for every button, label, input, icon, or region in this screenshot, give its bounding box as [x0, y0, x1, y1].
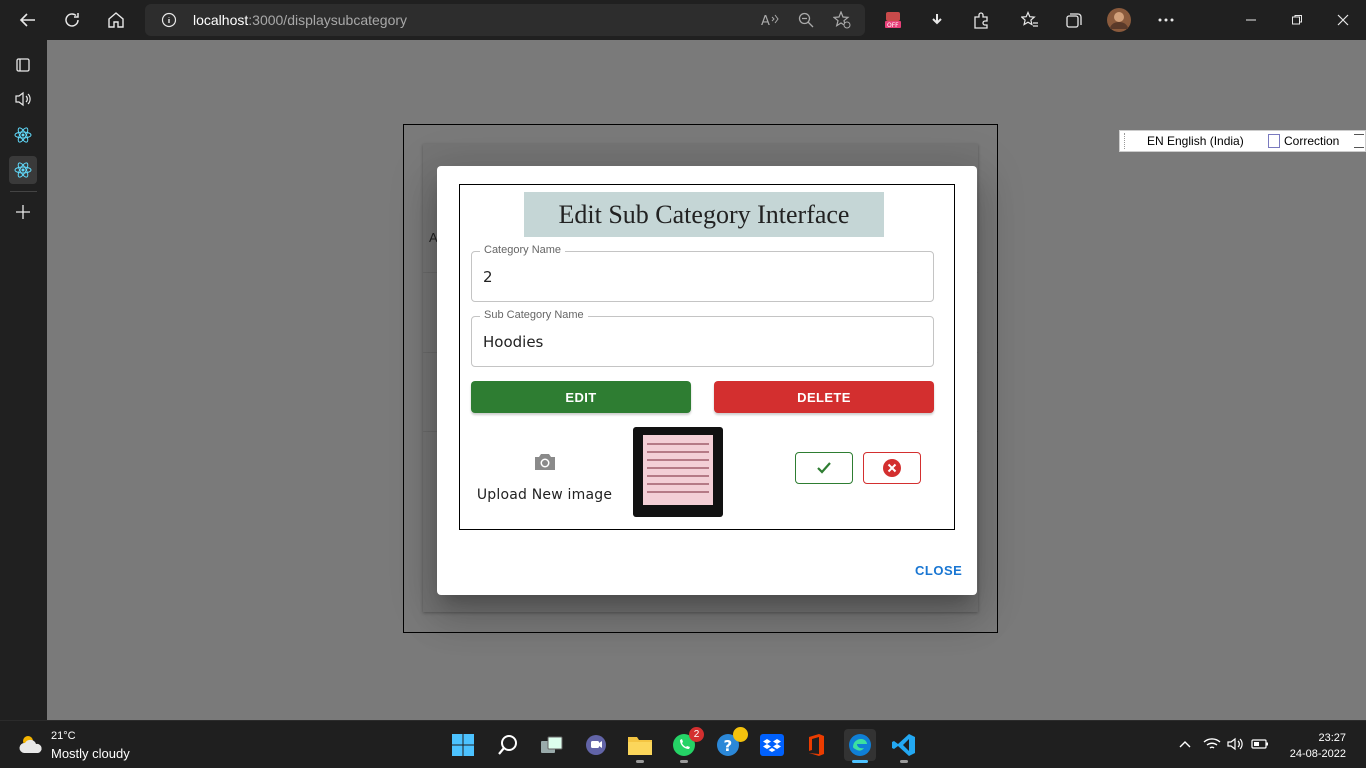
running-indicator	[852, 760, 868, 763]
home-icon[interactable]	[102, 6, 130, 34]
svg-text:OFF: OFF	[887, 22, 899, 29]
running-indicator	[680, 760, 688, 763]
subcategory-name-label: Sub Category Name	[480, 309, 588, 321]
react-tab-icon[interactable]	[9, 121, 37, 149]
system-clock[interactable]: 23:27 24-08-2022	[1280, 730, 1346, 762]
refresh-icon[interactable]	[58, 6, 86, 34]
info-icon[interactable]	[159, 10, 179, 30]
preview-row	[647, 491, 709, 493]
speaker-icon[interactable]	[9, 85, 37, 113]
weather-temp[interactable]: 21°C	[51, 730, 76, 742]
file-explorer-icon[interactable]	[624, 729, 656, 763]
collections-icon[interactable]	[1060, 6, 1088, 34]
upload-image-button[interactable]: Upload New image	[472, 447, 617, 507]
svg-text:?: ?	[724, 737, 733, 755]
whatsapp-badge: 2	[689, 727, 704, 742]
running-indicator	[636, 760, 644, 763]
image-preview	[633, 427, 723, 517]
wifi-icon[interactable]	[1202, 734, 1222, 754]
sidebar-divider	[10, 191, 37, 192]
confirm-button[interactable]	[795, 452, 853, 484]
dropbox-icon[interactable]	[756, 729, 788, 761]
clock-date: 24-08-2022	[1289, 748, 1346, 760]
language-indicator[interactable]: EN English (India)	[1147, 134, 1244, 148]
teams-chat-icon[interactable]	[580, 729, 612, 761]
help-icon[interactable]: ?	[712, 727, 748, 761]
svg-text:A: A	[761, 14, 770, 28]
weather-condition[interactable]: Mostly cloudy	[51, 746, 130, 761]
dialog-title: Edit Sub Category Interface	[524, 192, 884, 237]
category-name-value[interactable]: 2	[483, 268, 923, 286]
clock-time: 23:27	[1318, 732, 1346, 744]
whatsapp-icon[interactable]: 2	[668, 727, 704, 763]
browser-toolbar: localhost:3000/displaysubcategory A OFF	[0, 0, 1366, 40]
preview-row	[647, 451, 709, 453]
url-host: localhost	[193, 12, 249, 28]
cloudy-icon[interactable]	[18, 733, 44, 755]
preview-row	[647, 467, 709, 469]
upload-label: Upload New image	[476, 487, 613, 503]
check-icon	[817, 462, 831, 474]
preview-sheet	[643, 435, 713, 505]
preview-row	[647, 483, 709, 485]
running-indicator	[900, 760, 908, 763]
camera-icon	[533, 451, 557, 473]
expand-icon[interactable]	[1354, 134, 1364, 148]
cancel-button[interactable]	[863, 452, 921, 484]
language-bar: EN English (India) Correction	[1119, 130, 1366, 152]
minimize-icon[interactable]	[1237, 6, 1265, 34]
edit-dialog: Edit Sub Category Interface Category Nam…	[437, 166, 977, 595]
zoom-out-icon[interactable]	[795, 9, 817, 31]
react-tab-active-icon[interactable]	[9, 156, 37, 184]
correction-icon	[1268, 134, 1280, 148]
preview-row	[647, 459, 709, 461]
vscode-icon[interactable]	[888, 729, 920, 763]
more-icon[interactable]	[1152, 6, 1180, 34]
profile-avatar-icon[interactable]	[1105, 6, 1133, 34]
address-bar[interactable]: localhost:3000/displaysubcategory A	[145, 4, 865, 36]
subcategory-name-field[interactable]: Sub Category Name Hoodies	[471, 309, 934, 367]
category-name-field[interactable]: Category Name 2	[471, 244, 934, 302]
close-window-icon[interactable]	[1329, 6, 1357, 34]
category-name-label: Category Name	[480, 244, 566, 256]
extensions-icon[interactable]	[967, 6, 995, 34]
edge-browser-icon[interactable]	[844, 729, 876, 763]
tab-actions-icon[interactable]	[9, 51, 37, 79]
windows-taskbar: 21°C Mostly cloudy 2 ? 23:27 24-08-2022	[0, 720, 1366, 768]
edit-button[interactable]: EDIT	[471, 381, 691, 413]
preview-row	[647, 475, 709, 477]
back-icon[interactable]	[14, 6, 42, 34]
chevron-up-icon[interactable]	[1175, 734, 1195, 754]
favorites-icon[interactable]	[1016, 6, 1044, 34]
correction-button[interactable]: Correction	[1284, 134, 1339, 148]
langbar-grip[interactable]	[1124, 133, 1126, 149]
close-button[interactable]: CLOSE	[915, 563, 962, 578]
delete-button[interactable]: DELETE	[714, 381, 934, 413]
download-icon[interactable]	[923, 6, 951, 34]
task-view-icon[interactable]	[536, 729, 568, 761]
search-icon[interactable]	[492, 729, 524, 761]
extension-off-icon[interactable]: OFF	[879, 6, 907, 34]
read-aloud-icon[interactable]: A	[759, 9, 781, 31]
restore-icon[interactable]	[1283, 6, 1311, 34]
cancel-x-icon	[883, 459, 901, 477]
volume-icon[interactable]	[1226, 734, 1246, 754]
subcategory-name-value[interactable]: Hoodies	[483, 333, 923, 351]
windows-start-icon[interactable]	[447, 729, 479, 761]
url-text[interactable]: localhost:3000/displaysubcategory	[193, 12, 407, 28]
preview-row	[647, 443, 709, 445]
help-notification-dot	[733, 727, 748, 742]
office-icon[interactable]	[800, 729, 832, 761]
battery-icon[interactable]	[1250, 734, 1270, 754]
new-tab-icon[interactable]	[9, 198, 37, 226]
dialog-content-frame: Edit Sub Category Interface Category Nam…	[459, 184, 955, 530]
add-favorite-icon[interactable]	[831, 9, 853, 31]
url-path: :3000/displaysubcategory	[248, 12, 408, 28]
browser-sidebar	[0, 40, 47, 720]
